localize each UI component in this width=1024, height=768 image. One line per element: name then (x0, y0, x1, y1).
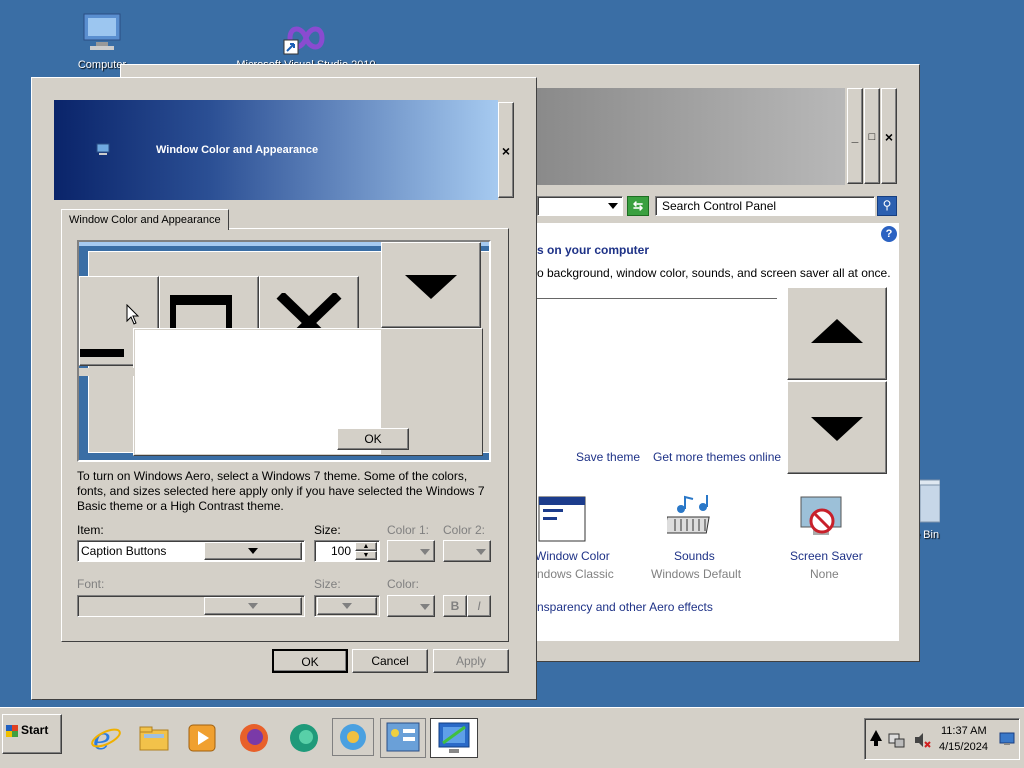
search-input[interactable]: Search Control Panel (655, 196, 875, 216)
preview-scroll-down-button (381, 242, 481, 328)
font-color-label: Color: (387, 577, 420, 591)
content-subheading: o background, window color, sounds, and … (537, 266, 891, 280)
get-more-themes-link[interactable]: Get more themes online (653, 450, 781, 464)
help-icon[interactable]: ? (881, 226, 897, 242)
tab-window-color[interactable]: Window Color and Appearance (61, 209, 229, 230)
italic-button: I (467, 595, 491, 617)
screen-saver-title[interactable]: Screen Saver (790, 549, 863, 563)
screen-saver-sub: None (810, 567, 839, 581)
preview-ok-button: OK (337, 428, 409, 450)
scroll-down-button[interactable] (787, 381, 887, 474)
size-value: 100 (331, 544, 352, 558)
file-explorer-icon[interactable] (138, 722, 170, 754)
sounds-sub: Windows Default (651, 567, 742, 581)
bold-button: B (443, 595, 467, 617)
sounds-icon[interactable] (663, 495, 717, 541)
chrome-like-icon[interactable] (332, 718, 374, 756)
minimize-button[interactable]: _ (847, 88, 863, 184)
start-label: Start (21, 723, 49, 737)
close-button[interactable]: × (881, 88, 897, 184)
themes-list (537, 298, 777, 299)
visual-studio-icon[interactable] (282, 18, 330, 58)
control-panel-titlebar (537, 88, 845, 185)
computer-icon[interactable] (80, 10, 124, 54)
font-size-select (314, 595, 380, 617)
dialog-app-icon (96, 142, 110, 156)
screen-saver-icon[interactable] (797, 495, 847, 543)
item-label: Item: (77, 523, 104, 537)
display-settings-taskbar-icon[interactable] (430, 718, 478, 758)
font-color-button (387, 595, 435, 617)
window-color-icon[interactable] (537, 495, 587, 543)
color2-label: Color 2: (443, 523, 486, 537)
maximize-button[interactable]: □ (864, 88, 880, 184)
window-color-title[interactable]: Window Color (535, 549, 610, 563)
preview-left-strip (79, 368, 135, 376)
window-color-sub: ndows Classic (537, 567, 614, 581)
size-label: Size: (314, 523, 341, 537)
cancel-button[interactable]: Cancel (352, 649, 428, 673)
size-spin-up[interactable]: ▲ (355, 542, 377, 551)
ok-button[interactable]: OK (272, 649, 348, 673)
font-size-dropdown-button (317, 597, 377, 615)
content-heading: s on your computer (537, 243, 650, 257)
aero-description: To turn on Windows Aero, select a Window… (77, 469, 485, 513)
clock-time[interactable]: 11:37 AM (941, 725, 987, 737)
appearance-dialog: Window Color and Appearance × Window Col… (31, 77, 537, 700)
item-select[interactable]: Caption Buttons (77, 540, 305, 562)
tray-arrow-icon[interactable] (869, 729, 883, 750)
edge-icon[interactable] (288, 722, 320, 754)
dialog-title: Window Color and Appearance (156, 144, 319, 156)
windows-logo-icon (6, 725, 18, 737)
save-theme-link[interactable]: Save theme (576, 450, 640, 464)
apply-button: Apply (433, 649, 509, 673)
control-panel-taskbar-icon[interactable] (380, 718, 426, 758)
transparency-link[interactable]: nsparency and other Aero effects (537, 600, 713, 614)
scroll-up-button[interactable] (787, 287, 887, 380)
firefox-icon[interactable] (238, 722, 270, 754)
font-select (77, 595, 305, 617)
network-icon[interactable] (887, 731, 905, 752)
start-button[interactable]: Start (2, 714, 62, 754)
font-size-label: Size: (314, 577, 341, 591)
dialog-close-button[interactable]: × (498, 102, 514, 198)
address-dropdown-icon[interactable] (608, 203, 618, 209)
size-input[interactable]: 100 ▲ ▼ (314, 540, 380, 562)
show-desktop-icon[interactable] (999, 732, 1015, 749)
clock-date[interactable]: 4/15/2024 (939, 741, 988, 753)
font-label: Font: (77, 577, 105, 591)
refresh-icon[interactable]: ⇆ (627, 196, 649, 216)
preview-pane: OK (77, 240, 491, 462)
color1-label: Color 1: (387, 523, 430, 537)
font-dropdown-button (204, 597, 302, 615)
taskbar: Start e 11:37 AM 4/15/2024 (0, 707, 1024, 768)
system-tray: 11:37 AM 4/15/2024 (864, 718, 1020, 760)
color1-button (387, 540, 435, 562)
search-icon[interactable]: ⚲ (877, 196, 897, 216)
item-select-value: Caption Buttons (81, 544, 167, 558)
item-dropdown-button[interactable] (204, 542, 302, 560)
mouse-cursor-icon (126, 303, 140, 329)
internet-explorer-icon[interactable]: e (90, 722, 122, 757)
size-spin-down[interactable]: ▼ (355, 551, 377, 560)
sounds-title[interactable]: Sounds (674, 549, 715, 563)
media-player-icon[interactable] (186, 722, 218, 754)
recycle-bin-label: e Bin (914, 529, 940, 541)
volume-muted-icon[interactable] (913, 731, 931, 752)
color2-button (443, 540, 491, 562)
